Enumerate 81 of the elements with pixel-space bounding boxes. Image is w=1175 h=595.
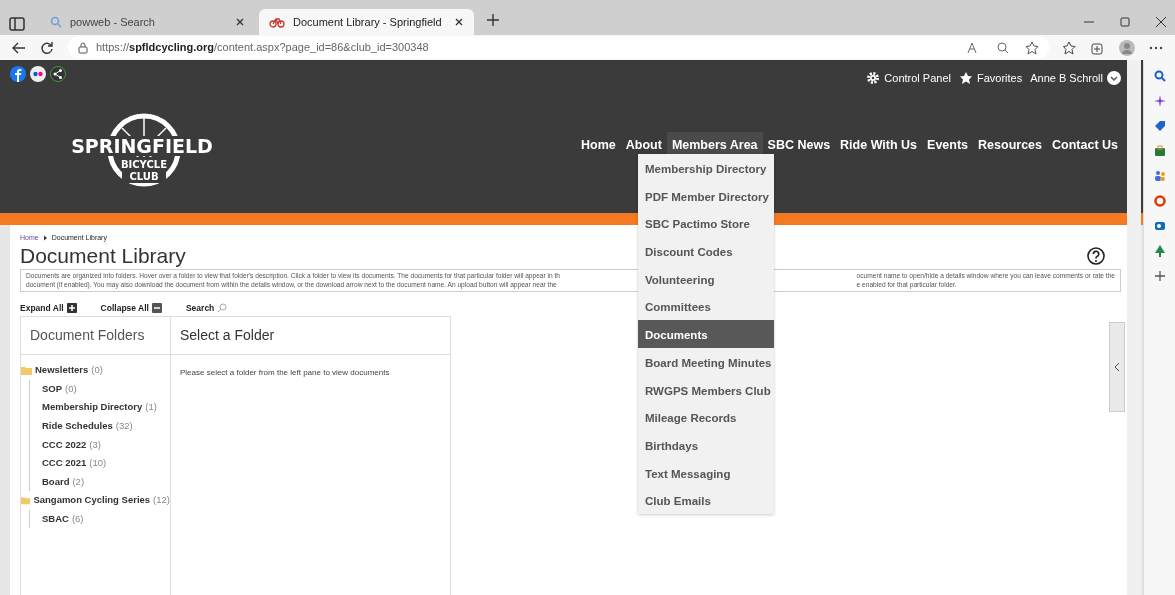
utility-link[interactable]: Anne B Schroll xyxy=(1030,70,1121,87)
page-title: Document Library xyxy=(20,243,186,269)
club-logo[interactable]: SPRINGFIELD BICYCLE CLUB xyxy=(72,110,212,190)
restore-icon[interactable] xyxy=(1119,16,1131,28)
bicycle-icon xyxy=(269,16,285,28)
folder-item[interactable]: SOP (0) xyxy=(42,379,170,399)
lock-icon xyxy=(78,41,88,54)
chevron-left-icon xyxy=(1114,362,1120,372)
dropdown-item[interactable]: RWGPS Members Club xyxy=(638,375,774,404)
folder-item[interactable]: Sangamon Cycling Series (12) xyxy=(21,491,170,510)
utility-link[interactable]: Favorites xyxy=(959,70,1023,87)
dropdown-item[interactable]: Board Meeting Minutes xyxy=(638,347,774,376)
dropdown-item[interactable]: SBC Pactimo Store xyxy=(638,209,774,238)
nav-link[interactable]: Contact Us xyxy=(1047,132,1123,159)
gear-icon xyxy=(866,71,881,86)
dropdown-item[interactable]: Discount Codes xyxy=(638,237,774,265)
search-icon[interactable] xyxy=(1153,70,1166,82)
browser-tab[interactable]: powweb - Search xyxy=(40,9,255,35)
minus-square-icon xyxy=(151,303,162,314)
share-icon[interactable] xyxy=(50,66,66,82)
folder-item[interactable]: CCC 2021 (10) xyxy=(42,454,170,473)
briefcase-icon[interactable] xyxy=(1153,145,1166,157)
ring-icon[interactable] xyxy=(1153,195,1166,207)
dropdown-item[interactable]: Committees xyxy=(638,292,774,321)
back-icon[interactable] xyxy=(12,41,26,54)
more-icon[interactable] xyxy=(1149,45,1163,50)
tag-icon[interactable] xyxy=(1153,120,1166,132)
help-icon[interactable] xyxy=(1087,247,1105,265)
close-icon[interactable] xyxy=(454,17,464,27)
close-icon[interactable] xyxy=(1155,16,1167,28)
folder-item[interactable]: Ride Schedules (32) xyxy=(42,416,170,436)
toolbar-link[interactable]: Expand All xyxy=(20,301,77,315)
folder-icon xyxy=(21,496,31,506)
close-icon[interactable] xyxy=(235,17,245,27)
folder-item[interactable]: Membership Directory (1) xyxy=(42,398,170,417)
folder-item[interactable]: SBAC (6) xyxy=(42,509,170,529)
dots-icon[interactable] xyxy=(30,66,46,82)
star-icon[interactable] xyxy=(1025,40,1039,55)
plus-square-icon xyxy=(66,303,77,314)
scrollbar[interactable] xyxy=(1127,60,1141,595)
dropdown-item[interactable]: Volunteering xyxy=(638,264,774,293)
panel-title: Select a Folder xyxy=(171,317,450,356)
dropdown-item[interactable]: PDF Member Directory xyxy=(638,181,774,210)
refresh-icon[interactable] xyxy=(40,40,54,55)
nav-link[interactable]: Events xyxy=(922,132,974,159)
toolbar-link[interactable]: Search xyxy=(185,301,228,315)
collections-icon[interactable] xyxy=(1091,40,1105,55)
plus-icon[interactable] xyxy=(1153,270,1166,282)
new-tab-icon[interactable] xyxy=(486,13,500,27)
empty-message: Please select a folder from the left pane to view documents xyxy=(179,367,391,380)
profile-icon[interactable] xyxy=(1119,39,1135,56)
dropdown-item[interactable]: Documents xyxy=(638,320,774,348)
mail-icon[interactable] xyxy=(1153,220,1166,232)
search-icon xyxy=(217,303,228,314)
dropdown-item[interactable]: Club Emails xyxy=(638,486,774,514)
chevron-down-icon xyxy=(1107,71,1121,86)
search-icon xyxy=(50,16,62,28)
tab-actions-icon[interactable] xyxy=(8,17,28,31)
panel-title: Document Folders xyxy=(21,317,170,356)
people-icon[interactable] xyxy=(1153,170,1166,182)
folder-item[interactable]: CCC 2022 (3) xyxy=(42,435,170,455)
folder-item[interactable]: Newsletters (0) xyxy=(21,361,170,380)
facebook-icon[interactable] xyxy=(10,66,26,82)
star-icon xyxy=(959,71,973,86)
browser-tab[interactable]: Document Library - Springfield xyxy=(259,9,474,35)
address-bar[interactable]: https://spfldcycling.org/content.aspx?page_id=86&club_id=300348 xyxy=(68,36,1049,59)
chevron-right-icon xyxy=(42,235,48,241)
nav-link[interactable]: Resources xyxy=(973,132,1047,159)
folder-item[interactable]: Board (2) xyxy=(42,472,170,492)
tree-icon[interactable] xyxy=(1153,245,1166,257)
dropdown-item[interactable]: Text Messaging xyxy=(638,458,774,487)
dropdown-item[interactable]: Birthdays xyxy=(638,430,774,459)
utility-link[interactable]: Control Panel xyxy=(866,70,951,87)
favorites-icon[interactable] xyxy=(1063,40,1077,55)
nav-link[interactable]: Ride With Us xyxy=(835,132,923,159)
nav-link[interactable]: Home xyxy=(576,132,621,159)
toolbar-link[interactable]: Collapse All xyxy=(100,301,162,315)
url-text[interactable]: https://spfldcycling.org/content.aspx?page_id=86&club_id=300348 xyxy=(96,39,959,56)
dropdown-item[interactable]: Mileage Records xyxy=(638,403,774,431)
zoom-icon[interactable] xyxy=(997,41,1009,54)
folder-icon xyxy=(21,365,32,375)
